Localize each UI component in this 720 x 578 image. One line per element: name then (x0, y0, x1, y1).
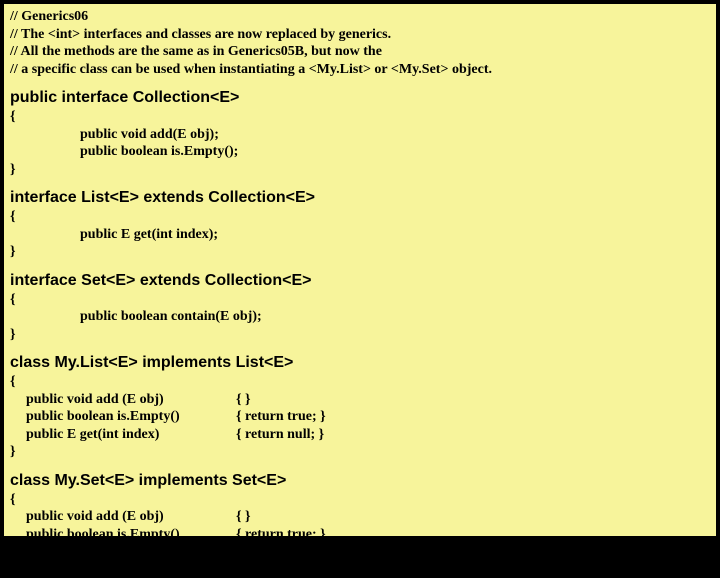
comment-line: // Generics06 (10, 8, 710, 26)
open-brace: { (10, 208, 710, 226)
open-brace: { (10, 108, 710, 126)
open-brace: { (10, 373, 710, 391)
method-signature: public E get(int index) (26, 426, 236, 444)
comment-line: // The <int> interfaces and classes are … (10, 26, 710, 44)
method-body: { } (236, 391, 251, 409)
class-myset-heading: class My.Set<E> implements Set<E> (10, 471, 710, 491)
method-line: public boolean is.Empty(); (10, 143, 710, 161)
comment-line: // All the methods are the same as in Ge… (10, 43, 710, 61)
method-body: { } (236, 508, 251, 526)
interface-list-heading: interface List<E> extends Collection<E> (10, 188, 710, 208)
method-signature: public boolean is.Empty() (26, 408, 236, 426)
method-line: public E get(int index) { return null; } (10, 426, 710, 444)
close-brace: } (10, 161, 710, 179)
close-brace: } (10, 561, 710, 578)
method-line: public E get(int index); (10, 226, 710, 244)
method-line: public void add(E obj); (10, 126, 710, 144)
method-line: public boolean contain(E obj) { return t… (10, 543, 710, 561)
open-brace: { (10, 291, 710, 309)
method-line: public void add (E obj) { } (10, 391, 710, 409)
close-brace: } (10, 443, 710, 461)
method-line: public boolean is.Empty() { return true;… (10, 408, 710, 426)
close-brace: } (10, 326, 710, 344)
method-line: public boolean contain(E obj); (10, 308, 710, 326)
method-body: { return true; } (236, 526, 326, 544)
comment-line: // a specific class can be used when ins… (10, 61, 710, 79)
interface-collection-heading: public interface Collection<E> (10, 88, 710, 108)
method-line: public void add (E obj) { } (10, 508, 710, 526)
method-signature: public void add (E obj) (26, 508, 236, 526)
method-line: public boolean is.Empty() { return true;… (10, 526, 710, 544)
method-signature: public boolean is.Empty() (26, 526, 236, 544)
method-signature: public void add (E obj) (26, 391, 236, 409)
class-mylist-heading: class My.List<E> implements List<E> (10, 353, 710, 373)
code-slide: // Generics06 // The <int> interfaces an… (2, 2, 718, 538)
close-brace: } (10, 243, 710, 261)
open-brace: { (10, 491, 710, 509)
interface-set-heading: interface Set<E> extends Collection<E> (10, 271, 710, 291)
method-body: { return true; } (236, 543, 326, 561)
method-body: { return true; } (236, 408, 326, 426)
method-signature: public boolean contain(E obj) (26, 543, 236, 561)
method-body: { return null; } (236, 426, 324, 444)
